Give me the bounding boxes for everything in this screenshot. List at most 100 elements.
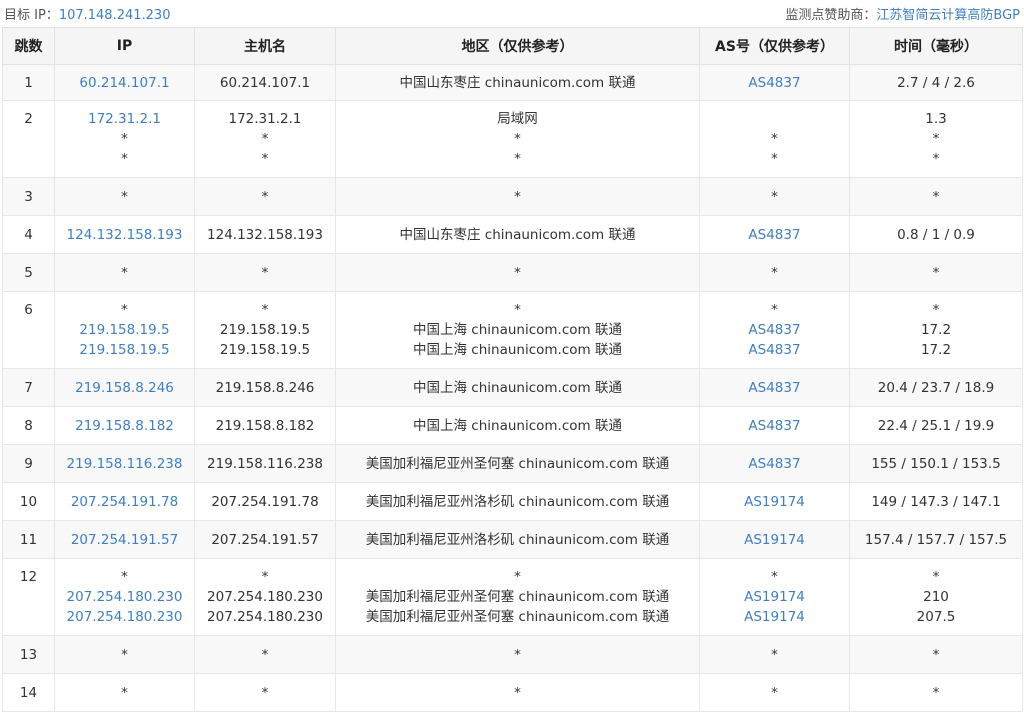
ip-cell-line[interactable]: 219.158.19.5 <box>55 340 194 360</box>
as-cell-line[interactable]: AS4837 <box>700 454 849 474</box>
time-cell-line: 17.2 <box>920 322 952 338</box>
hop-cell: 9 <box>2 444 55 483</box>
time-cell: * <box>849 253 1023 292</box>
ip-cell-line[interactable]: 207.254.191.78 <box>55 492 194 512</box>
ip-cell-line[interactable]: 124.132.158.193 <box>55 225 194 245</box>
as-cell-line[interactable]: AS19174 <box>700 607 849 627</box>
traceroute-table: 跳数 IP 主机名 地区（仅供参考） AS号（仅供参考） 时间（毫秒） 1 60.… <box>2 27 1023 712</box>
as-cell-line[interactable]: AS19174 <box>700 492 849 512</box>
as-cell-line[interactable]: AS4837 <box>700 320 849 340</box>
table-header-row: 跳数 IP 主机名 地区（仅供参考） AS号（仅供参考） 时间（毫秒） <box>2 27 1023 65</box>
as-cell-line[interactable]: AS4837 <box>700 378 849 398</box>
region-cell: 中国山东枣庄 chinaunicom.com 联通 <box>335 64 700 101</box>
time-cell-line: 1.3 <box>925 111 947 127</box>
hostname-cell: 124.132.158.193 <box>194 215 336 254</box>
ip-cell: * 207.254.180.230 207.254.180.230 <box>54 558 195 636</box>
as-cell-line[interactable]: AS4837 <box>700 73 849 93</box>
time-cell: 155 / 150.1 / 153.5 <box>849 444 1023 483</box>
ip-cell-line: * <box>121 646 128 663</box>
hop-cell: 5 <box>2 253 55 292</box>
region-cell-line: 美国加利福尼亚州洛杉矶 chinaunicom.com 联通 <box>365 531 670 548</box>
as-cell-line[interactable]: AS4837 <box>700 225 849 245</box>
as-cell: AS4837 <box>699 215 850 254</box>
as-cell: AS4837 <box>699 444 850 483</box>
hostname-cell-line: 172.31.2.1 <box>228 111 302 127</box>
as-cell-line[interactable]: AS4837 <box>700 340 849 360</box>
region-cell-line: * <box>514 302 521 318</box>
hop-cell: 8 <box>2 406 55 445</box>
ip-cell: 207.254.191.57 <box>54 520 195 559</box>
region-cell-line: 美国加利福尼亚州圣何塞 chinaunicom.com 联通 <box>365 589 670 605</box>
region-cell: * <box>335 673 700 712</box>
as-cell-line[interactable]: AS19174 <box>700 587 849 607</box>
table-row: 8 219.158.8.182 219.158.8.182 中国上海 chinauni… <box>2 406 1023 445</box>
hop-cell: 3 <box>2 177 55 216</box>
time-cell-line: * <box>932 131 940 147</box>
as-cell: * <box>699 635 850 674</box>
region-cell-line: 中国上海 chinaunicom.com 联通 <box>413 342 622 358</box>
hostname-cell-line: 219.158.19.5 <box>219 322 311 338</box>
ip-cell-line[interactable]: 219.158.19.5 <box>55 320 194 340</box>
region-cell-line: * <box>514 569 521 585</box>
time-cell-line: * <box>932 302 940 318</box>
hostname-cell-line: * <box>261 646 269 663</box>
as-cell-line: * <box>771 131 778 147</box>
region-cell-line: * <box>514 188 521 205</box>
region-cell: 中国上海 chinaunicom.com 联通 <box>335 406 700 445</box>
ip-cell-line[interactable]: 207.254.191.57 <box>55 530 194 550</box>
time-cell-line: 20.4 / 23.7 / 18.9 <box>877 379 995 396</box>
region-cell: * 美国加利福尼亚州圣何塞 chinaunicom.com 联通 美国加利福尼亚州圣… <box>335 558 700 636</box>
as-cell-line[interactable]: AS4837 <box>700 416 849 436</box>
time-cell: * <box>849 635 1023 674</box>
hostname-cell-line: * <box>261 264 269 281</box>
target-info: 目标 IP：107.148.241.230 <box>4 4 170 23</box>
sponsor-link[interactable]: 江苏智简云计算高防BGP <box>876 8 1020 23</box>
ip-cell-line: * <box>121 264 128 281</box>
ip-cell-line[interactable]: 219.158.8.182 <box>55 416 194 436</box>
time-cell: 1.3 * * <box>849 100 1023 178</box>
region-cell: * 中国上海 chinaunicom.com 联通 中国上海 chinaunicom… <box>335 291 700 369</box>
hostname-cell: 207.254.191.57 <box>194 520 336 559</box>
ip-cell-line[interactable]: 207.254.180.230 <box>55 607 194 627</box>
time-cell-line: * <box>932 264 940 281</box>
column-header-hop: 跳数 <box>2 27 55 65</box>
time-cell: 22.4 / 25.1 / 19.9 <box>849 406 1023 445</box>
ip-cell-line[interactable]: 219.158.8.246 <box>55 378 194 398</box>
hostname-cell-line: * <box>261 188 269 205</box>
ip-cell-line[interactable]: 172.31.2.1 <box>55 109 194 129</box>
as-cell-line: * <box>771 264 778 281</box>
ip-cell: * <box>54 253 195 292</box>
region-cell-line: 中国上海 chinaunicom.com 联通 <box>413 417 622 434</box>
ip-cell: 219.158.8.246 <box>54 368 195 407</box>
ip-cell: * <box>54 177 195 216</box>
table-row: 10 207.254.191.78 207.254.191.78 美国加利福尼亚州洛杉… <box>2 482 1023 521</box>
target-ip-value[interactable]: 107.148.241.230 <box>59 8 171 23</box>
hop-cell: 1 <box>2 64 55 101</box>
as-cell-line: * <box>771 646 778 663</box>
ip-cell: 124.132.158.193 <box>54 215 195 254</box>
time-cell-line: 155 / 150.1 / 153.5 <box>871 455 1001 472</box>
as-cell-line <box>700 109 849 129</box>
as-cell: AS4837 <box>699 64 850 101</box>
time-cell: 157.4 / 157.7 / 157.5 <box>849 520 1023 559</box>
column-header-region: 地区（仅供参考） <box>335 27 700 65</box>
ip-cell-line[interactable]: 219.158.116.238 <box>55 454 194 474</box>
as-cell: * AS4837 AS4837 <box>699 291 850 369</box>
hostname-cell: * <box>194 253 336 292</box>
hostname-cell: 219.158.8.246 <box>194 368 336 407</box>
ip-cell-line[interactable]: 207.254.180.230 <box>55 587 194 607</box>
column-header-hostname: 主机名 <box>194 27 336 65</box>
ip-cell-line[interactable]: 60.214.107.1 <box>55 73 194 93</box>
ip-cell-line: * <box>121 131 128 147</box>
as-cell-line: * <box>771 569 778 585</box>
as-cell-line: * <box>771 684 778 701</box>
as-cell-line[interactable]: AS19174 <box>700 530 849 550</box>
time-cell-line: 207.5 <box>916 609 956 625</box>
as-cell: * <box>699 253 850 292</box>
hostname-cell: 207.254.191.78 <box>194 482 336 521</box>
sponsor-info: 监测点赞助商：江苏智简云计算高防BGP <box>785 4 1020 23</box>
hostname-cell: * <box>194 635 336 674</box>
as-cell: * <box>699 673 850 712</box>
as-cell-line: * <box>771 302 778 318</box>
time-cell: 149 / 147.3 / 147.1 <box>849 482 1023 521</box>
